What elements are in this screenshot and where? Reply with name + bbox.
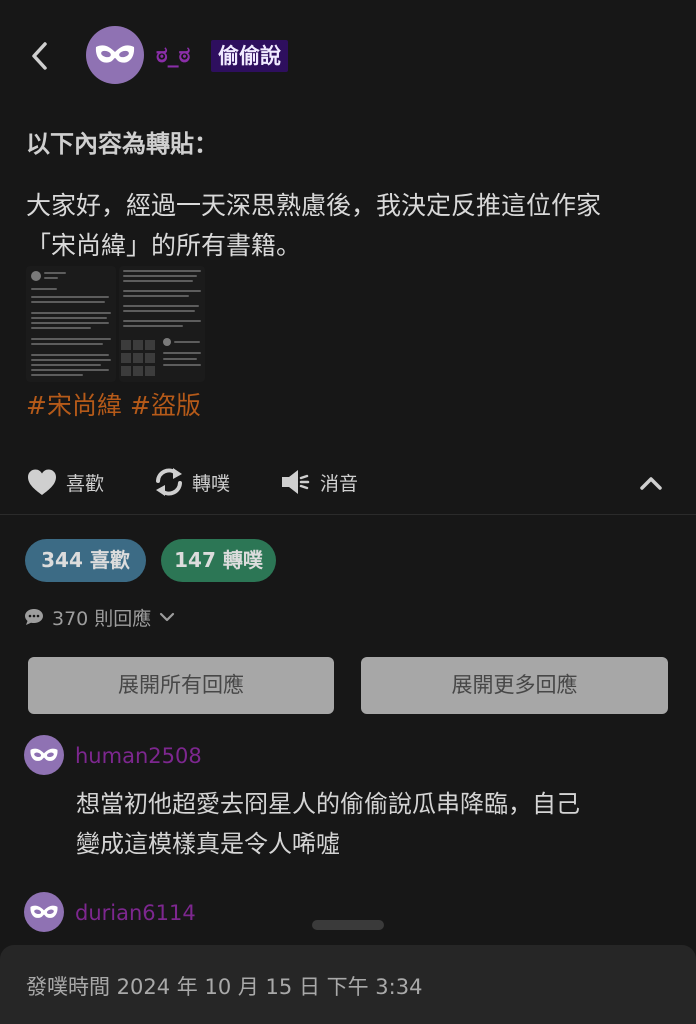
expand-all-replies-button[interactable]: 展開所有回應: [28, 657, 334, 714]
board-tag[interactable]: 偷偷說: [211, 40, 288, 72]
post-text: 大家好，經過一天深思熟慮後，我決定反推這位作家 「宋尚緯」的所有書籍。: [26, 191, 602, 260]
commenter-avatar[interactable]: [24, 735, 64, 775]
reply-count-toggle[interactable]: 370 則回應: [24, 602, 175, 632]
screenshot-thumbnail-1[interactable]: [26, 266, 116, 382]
poster-avatar[interactable]: [86, 26, 144, 84]
mask-icon: [30, 905, 58, 918]
section-divider: [0, 514, 696, 515]
replurk-icon: [156, 468, 182, 496]
chevron-up-icon: [640, 477, 662, 490]
post-time: 發噗時間 2024 年 10 月 15 日 下午 3:34: [26, 975, 423, 999]
comment-username[interactable]: human2508: [75, 741, 202, 771]
mute-speaker-icon: [282, 470, 310, 494]
replurk-label: 轉噗: [192, 472, 231, 495]
mute-button[interactable]: 消音: [280, 462, 358, 502]
back-button[interactable]: [22, 36, 56, 76]
collapse-button[interactable]: [634, 466, 668, 500]
reply-count-label: 370 則回應: [52, 607, 152, 630]
comment-text: 想當初他超愛去冏星人的偷偷說瓜串降臨，自己 變成這模樣真是令人唏噓: [76, 790, 580, 858]
heart-icon: [28, 469, 56, 495]
sheet-drag-handle[interactable]: [312, 920, 384, 930]
poster-username[interactable]: ಠ_ಠ: [156, 40, 190, 72]
hashtag[interactable]: #宋尚緯: [26, 386, 122, 426]
speech-bubble-icon: [25, 609, 43, 625]
mute-label: 消音: [320, 472, 359, 495]
screenshot-thumbnail-2[interactable]: [119, 266, 205, 382]
comment-username[interactable]: durian6114: [75, 898, 196, 928]
chevron-down-icon: [160, 612, 175, 622]
replurks-count-pill[interactable]: 147 轉噗: [161, 539, 276, 582]
mask-icon: [30, 748, 58, 761]
like-label: 喜歡: [66, 472, 105, 495]
likes-count-pill[interactable]: 344 喜歡: [25, 539, 146, 582]
replurk-button[interactable]: 轉噗: [154, 462, 230, 502]
expand-more-replies-button[interactable]: 展開更多回應: [361, 657, 668, 714]
hashtag[interactable]: #盜版: [130, 386, 201, 426]
commenter-avatar[interactable]: [24, 892, 64, 932]
post-intro: 以下內容為轉貼：: [26, 130, 218, 158]
back-arrow-icon: [32, 42, 47, 70]
hashtag-list: #宋尚緯 #盜版: [26, 386, 201, 426]
like-button[interactable]: 喜歡: [26, 462, 104, 502]
mask-icon: [95, 45, 135, 63]
